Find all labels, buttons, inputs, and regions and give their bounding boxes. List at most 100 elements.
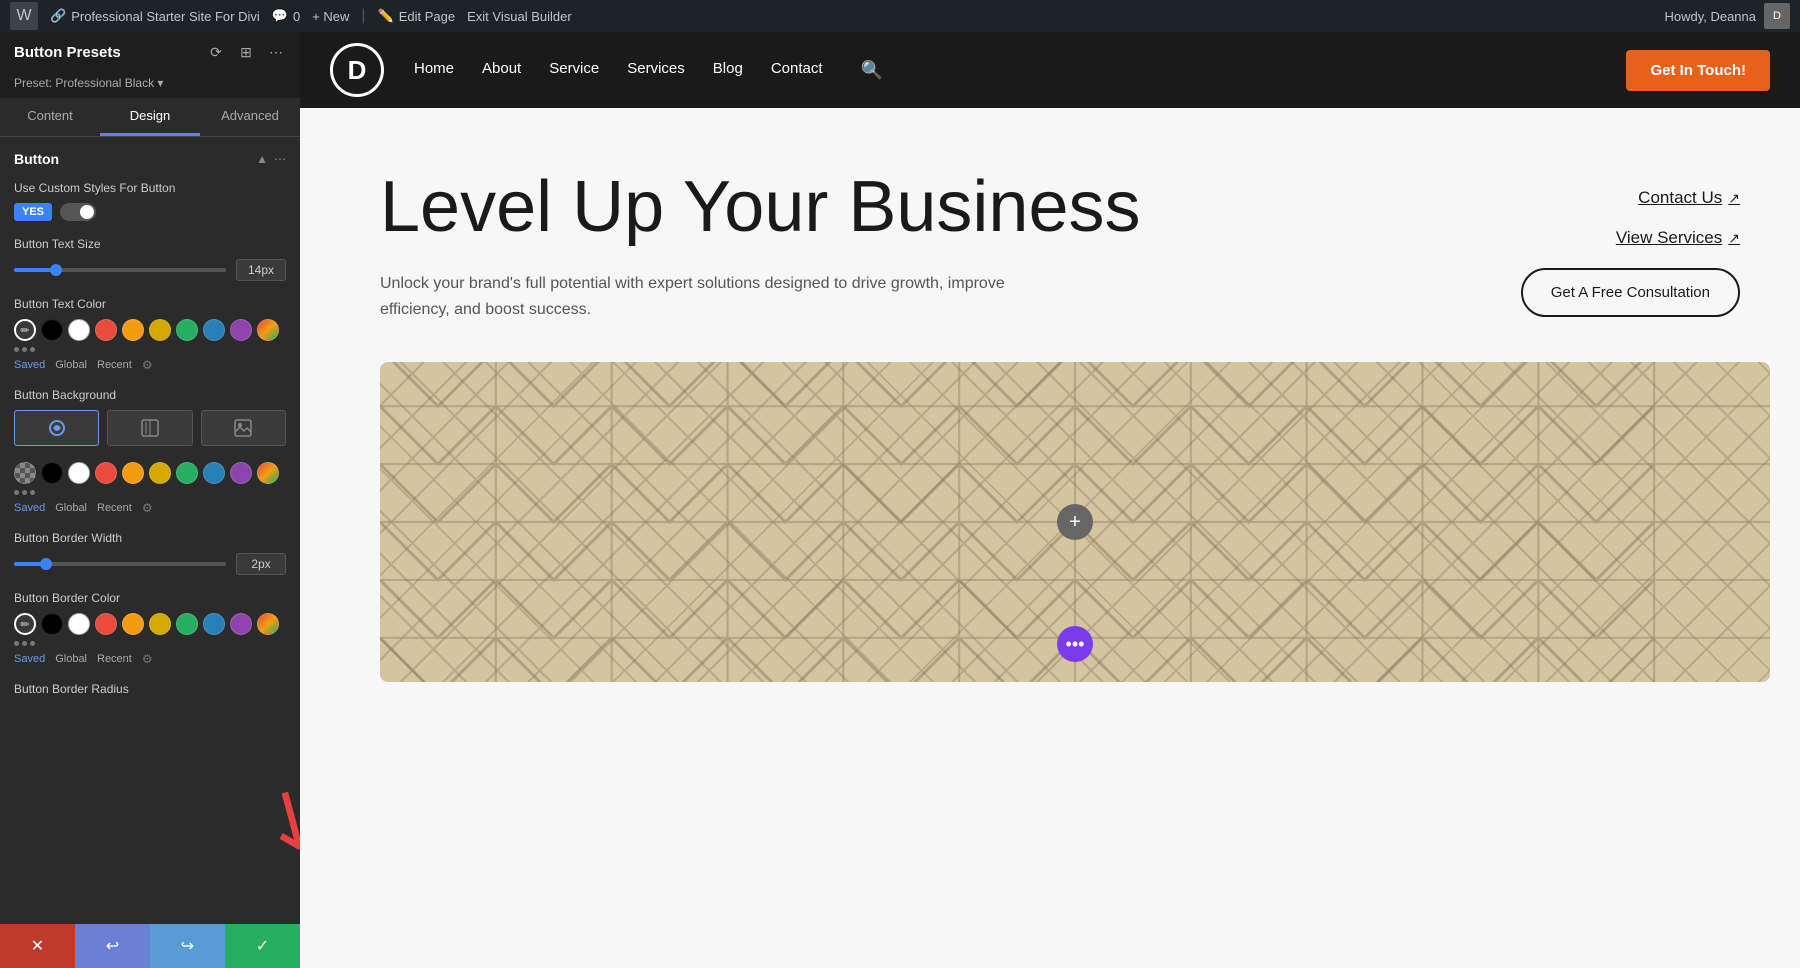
border-swatch-blue[interactable] [203,613,225,635]
panel-grid-icon[interactable]: ⊞ [236,42,256,62]
toggle-track[interactable] [60,203,96,221]
color-swatch-red[interactable] [95,319,117,341]
bg-swatch-purple[interactable] [230,462,252,484]
get-consultation-button[interactable]: Get A Free Consultation [1521,268,1740,317]
panel-title: Button Presets [14,44,121,61]
tab-content[interactable]: Content [0,98,100,136]
border-swatch-green[interactable] [176,613,198,635]
contact-us-arrow-icon: ↗ [1728,190,1740,207]
text-size-slider-track[interactable] [14,268,226,272]
bg-swatch-orange[interactable] [122,462,144,484]
text-size-slider-thumb[interactable] [50,264,62,276]
text-color-settings-icon[interactable]: ⚙ [142,358,153,372]
text-color-global[interactable]: Global [55,359,87,371]
color-swatch-pencil[interactable]: ✏ [14,319,36,341]
image-add-button[interactable]: + [1057,504,1093,540]
bg-image-option[interactable] [201,410,286,446]
panel-sync-icon[interactable]: ⟳ [206,42,226,62]
color-swatch-white[interactable] [68,319,90,341]
bg-swatch-custom[interactable] [257,462,279,484]
right-panel: D Home About Service Services Blog Conta… [300,32,1800,968]
view-services-arrow-icon: ↗ [1728,230,1740,247]
border-swatch-yellow[interactable] [149,613,171,635]
panel-more-icon[interactable]: ⋯ [266,42,286,62]
text-color-recent[interactable]: Recent [97,359,132,371]
bg-color-saved[interactable]: Saved [14,502,45,514]
panel-content: Button ▲ ⋯ Use Custom Styles For Button … [0,137,300,924]
hero-section: Level Up Your Business Unlock your brand… [300,108,1800,362]
text-color-saved[interactable]: Saved [14,359,45,371]
color-swatch-green[interactable] [176,319,198,341]
border-swatch-white[interactable] [68,613,90,635]
border-swatch-orange[interactable] [122,613,144,635]
nav-contact[interactable]: Contact [771,60,823,81]
nav-cta-button[interactable]: Get In Touch! [1626,50,1770,91]
text-size-label: Button Text Size [14,237,286,251]
image-more-button[interactable]: ••• [1057,626,1093,662]
border-width-row: Button Border Width 2px [14,531,286,575]
bg-swatch-blue[interactable] [203,462,225,484]
section-more-icon[interactable]: ⋯ [274,152,286,166]
nav-services[interactable]: Services [627,60,685,81]
panel-header: Button Presets ⟳ ⊞ ⋯ [0,32,300,72]
text-color-swatches: ✏ [14,319,286,341]
custom-styles-toggle: YES [14,203,286,221]
bg-swatch-white[interactable] [68,462,90,484]
tab-design[interactable]: Design [100,98,200,136]
bg-swatch-transparent[interactable] [14,462,36,484]
nav-search-icon[interactable]: 🔍 [861,60,883,81]
bg-swatch-red[interactable] [95,462,117,484]
new-item[interactable]: + New [312,9,349,24]
bg-gradient-option[interactable] [107,410,192,446]
bg-swatch-green[interactable] [176,462,198,484]
color-swatch-purple[interactable] [230,319,252,341]
border-swatch-pencil[interactable]: ✏ [14,613,36,635]
wp-logo[interactable]: W [10,2,38,30]
color-swatch-blue[interactable] [203,319,225,341]
save-button[interactable]: ✓ [225,924,300,968]
bg-color-meta: Saved Global Recent ⚙ [14,501,286,515]
border-swatch-custom[interactable] [257,613,279,635]
undo-button[interactable]: ↩ [75,924,150,968]
border-width-value[interactable]: 2px [236,553,286,575]
border-swatch-black[interactable] [41,613,63,635]
bg-swatch-yellow[interactable] [149,462,171,484]
border-swatch-red[interactable] [95,613,117,635]
toggle-yes-btn[interactable]: YES [14,203,52,221]
edit-page-item[interactable]: ✏️ Edit Page [378,8,456,24]
nav-about[interactable]: About [482,60,521,81]
view-services-link[interactable]: View Services ↗ [1616,228,1740,248]
comments-item[interactable]: 💬 0 [272,8,300,24]
nav-home[interactable]: Home [414,60,454,81]
redo-button[interactable]: ↪ [150,924,225,968]
border-width-slider-track[interactable] [14,562,226,566]
color-swatch-black[interactable] [41,319,63,341]
border-color-recent[interactable]: Recent [97,653,132,665]
bg-color-settings-icon[interactable]: ⚙ [142,501,153,515]
bg-color-option[interactable] [14,410,99,446]
text-size-value[interactable]: 14px [236,259,286,281]
tab-advanced[interactable]: Advanced [200,98,300,136]
nav-service[interactable]: Service [549,60,599,81]
border-color-settings-icon[interactable]: ⚙ [142,652,153,666]
bg-color-recent[interactable]: Recent [97,502,132,514]
exit-builder-item[interactable]: Exit Visual Builder [467,9,572,24]
border-color-saved[interactable]: Saved [14,653,45,665]
contact-us-link[interactable]: Contact Us ↗ [1638,188,1740,208]
color-swatch-orange[interactable] [122,319,144,341]
bg-color-global[interactable]: Global [55,502,87,514]
panel-preset[interactable]: Preset: Professional Black ▾ [0,72,300,98]
section-collapse-icon[interactable]: ▲ [256,152,268,166]
color-swatch-custom[interactable] [257,319,279,341]
site-name-item[interactable]: 🔗 Professional Starter Site For Divi [50,8,260,24]
building-section: + ••• [380,362,1770,968]
cancel-button[interactable]: ✕ [0,924,75,968]
border-width-slider-thumb[interactable] [40,558,52,570]
color-swatch-yellow[interactable] [149,319,171,341]
bg-swatch-black[interactable] [41,462,63,484]
border-swatch-purple[interactable] [230,613,252,635]
border-color-global[interactable]: Global [55,653,87,665]
building-image: + ••• [380,362,1770,682]
nav-blog[interactable]: Blog [713,60,743,81]
border-color-meta: Saved Global Recent ⚙ [14,652,286,666]
